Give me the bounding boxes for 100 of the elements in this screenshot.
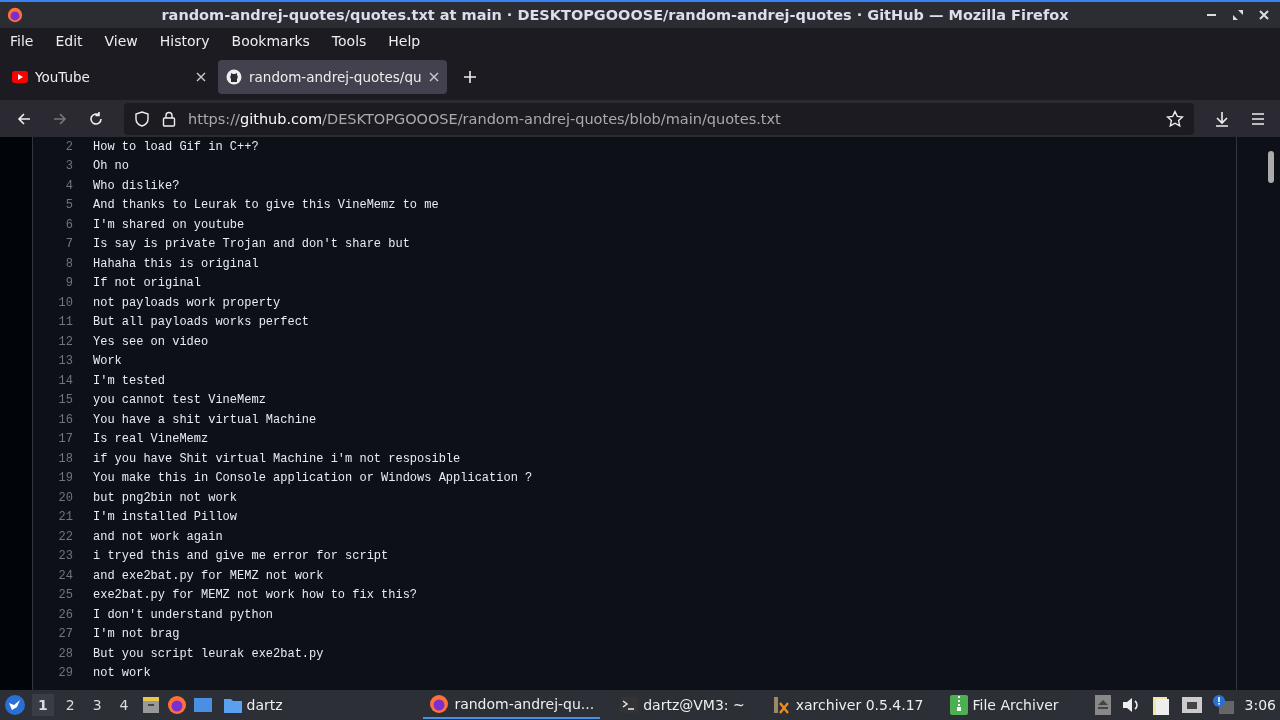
code-line: Work: [93, 354, 122, 369]
menu-item[interactable]: File: [10, 33, 34, 49]
code-line: Who dislike?: [93, 178, 180, 193]
code-line: If not original: [93, 276, 202, 291]
reload-icon[interactable]: [88, 110, 104, 127]
url-text: https://github.com/DESKTOPGOOOSE/random-andrej-quotes/blob/main/quotes.txt: [188, 110, 782, 127]
line-number: 11: [57, 315, 73, 330]
line-number: 23: [57, 549, 73, 564]
close-icon[interactable]: [428, 72, 439, 82]
line-number: 5: [64, 198, 73, 213]
line-number: 29: [57, 666, 73, 681]
code-line: not payloads work property: [93, 295, 281, 310]
browser-tab[interactable]: random-andrej-quotes/qu: [218, 60, 447, 94]
taskbar-button[interactable]: random-andrej-qu...: [423, 691, 601, 719]
code-line: I don't understand python: [93, 607, 274, 622]
maximize-icon[interactable]: [1232, 9, 1244, 21]
star-icon[interactable]: [1166, 109, 1184, 128]
cat-icon: [226, 69, 242, 85]
line-number: 16: [57, 412, 73, 427]
code-line: But you script leurak exe2bat.py: [93, 646, 324, 661]
menu-item[interactable]: Help: [388, 33, 421, 49]
line-number: 8: [64, 256, 73, 271]
menu-item[interactable]: Edit: [55, 33, 83, 49]
menu-item[interactable]: History: [159, 33, 210, 49]
code-line: How to load Gif in C++?: [93, 139, 259, 154]
code-line: You have a shit virtual Machine: [93, 412, 317, 427]
forward-icon[interactable]: [52, 110, 68, 127]
menu-item[interactable]: View: [104, 33, 138, 49]
workspace-button[interactable]: 4: [113, 694, 135, 716]
workspace-button[interactable]: 1: [32, 694, 54, 716]
taskbar-button[interactable]: xarchiver 0.5.4.17: [764, 691, 930, 719]
code-line: Yes see on video: [93, 334, 209, 349]
workspace-button[interactable]: 3: [86, 694, 108, 716]
back-icon[interactable]: [16, 110, 32, 127]
line-number: 19: [57, 471, 73, 486]
code-line: if you have Shit virtual Machine i'm not resposible: [93, 451, 461, 466]
code-line: not work: [93, 666, 151, 681]
code-line: I'm shared on youtube: [93, 217, 245, 232]
code-line: i tryed this and give me error for script: [93, 549, 389, 564]
speaker-icon[interactable]: [1120, 696, 1141, 714]
eject-icon[interactable]: [1094, 695, 1111, 715]
clipboard-icon[interactable]: [1150, 694, 1171, 716]
firefox-icon: [429, 694, 450, 714]
code-line: And thanks to Leurak to give this VineMemz to me: [93, 198, 439, 213]
notification-icon[interactable]: [1212, 695, 1235, 715]
address-bar[interactable]: https://github.com/DESKTOPGOOOSE/random-andrej-quotes/blob/main/quotes.txt: [124, 102, 1194, 135]
lock-icon: [162, 110, 176, 127]
line-number: 2: [64, 139, 73, 154]
line-number: 6: [64, 217, 73, 232]
line-number: 15: [57, 393, 73, 408]
line-number: 28: [57, 646, 73, 661]
code-line: I'm tested: [93, 373, 165, 388]
line-number: 13: [57, 354, 73, 369]
menu-item[interactable]: Tools: [331, 33, 367, 49]
menu-icon[interactable]: [1250, 110, 1266, 127]
folder-launcher[interactable]: dartz: [222, 696, 283, 714]
download-icon[interactable]: [1214, 110, 1230, 127]
terminal-icon: [620, 697, 639, 713]
network-icon[interactable]: [1180, 696, 1203, 714]
taskbar-button[interactable]: File Archiver: [943, 691, 1065, 719]
folder-icon: [222, 696, 243, 714]
close-icon[interactable]: [1258, 9, 1270, 21]
code-line: Oh no: [93, 159, 129, 174]
line-number: 4: [64, 178, 73, 193]
window-icon[interactable]: [192, 696, 213, 714]
file-cabinet-icon[interactable]: [140, 695, 161, 715]
code-line: and exe2bat.py for MEMZ not work: [93, 568, 324, 583]
code-line: Hahaha this is original: [93, 256, 259, 271]
line-number: 27: [57, 627, 73, 642]
shield-icon: [134, 110, 150, 127]
scrollbar-thumb[interactable]: [1268, 151, 1274, 183]
line-number: 24: [57, 568, 73, 583]
line-number: 7: [64, 237, 73, 252]
line-number: 9: [64, 276, 73, 291]
firefox-icon: [6, 6, 24, 24]
workspace-button[interactable]: 2: [59, 694, 81, 716]
line-number: 12: [57, 334, 73, 349]
code-line: Is say is private Trojan and don't share but: [93, 237, 410, 252]
line-number: 14: [57, 373, 73, 388]
code-line: I'm installed Pillow: [93, 510, 238, 525]
line-number: 21: [57, 510, 73, 525]
clock: 3:06: [1244, 697, 1276, 713]
close-icon[interactable]: [196, 72, 206, 82]
menu-item[interactable]: Bookmarks: [231, 33, 310, 49]
code-line: you cannot test VineMemz: [93, 393, 266, 408]
code-line: But all payloads works perfect: [93, 315, 310, 330]
line-number: 18: [57, 451, 73, 466]
taskbar-button[interactable]: dartz@VM3: ~: [614, 691, 751, 719]
browser-tab[interactable]: YouTube: [4, 60, 214, 94]
code-line: and not work again: [93, 529, 223, 544]
code-line: exe2bat.py for MEMZ not work how to fix this?: [93, 588, 418, 603]
plus-icon[interactable]: [462, 70, 477, 84]
firefox-icon[interactable]: [166, 695, 187, 715]
code-line: Is real VineMemz: [93, 432, 209, 447]
play-icon: [12, 71, 28, 83]
code-line: but png2bin not work: [93, 490, 238, 505]
line-number: 20: [57, 490, 73, 505]
line-number: 3: [64, 159, 73, 174]
line-number: 10: [57, 295, 73, 310]
line-number: 17: [57, 432, 73, 447]
